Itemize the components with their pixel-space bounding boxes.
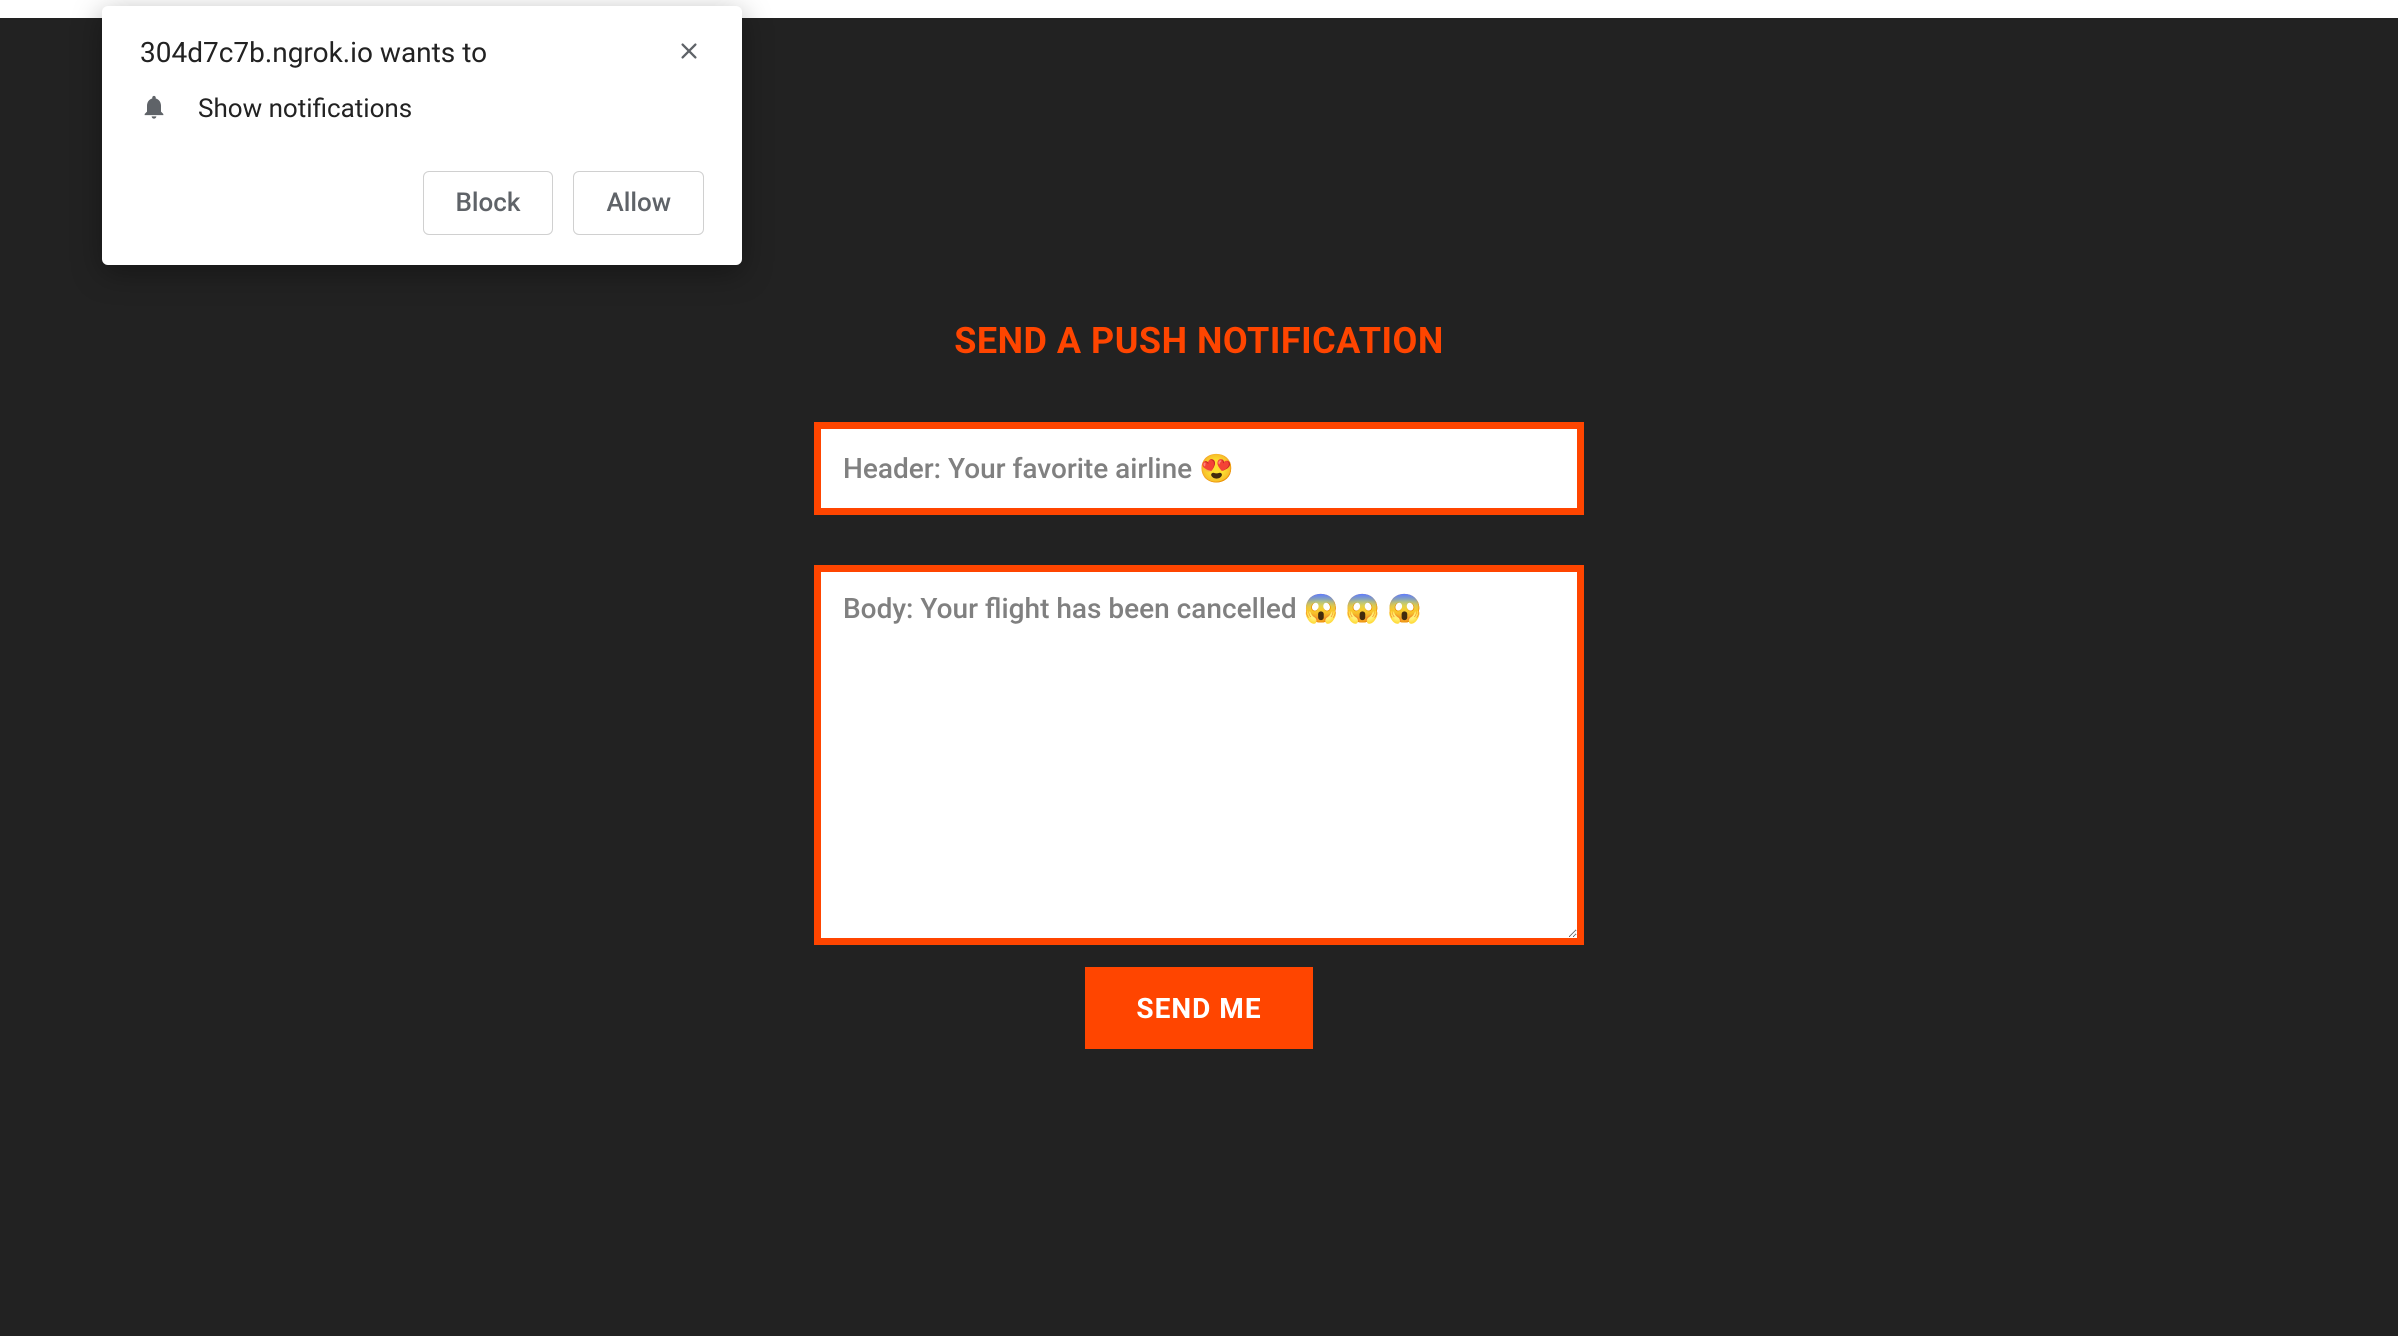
block-button[interactable]: Block [423,171,554,235]
dialog-header: 304d7c7b.ngrok.io wants to [140,36,704,69]
dialog-origin-text: 304d7c7b.ngrok.io wants to [140,36,487,69]
body-textarea[interactable] [814,565,1584,945]
dialog-actions: Block Allow [140,171,704,235]
bell-icon [140,93,168,125]
dialog-message: Show notifications [198,94,412,124]
push-form: SEND ME [814,422,1584,1049]
send-button[interactable]: SEND ME [1085,967,1313,1049]
header-input[interactable] [814,422,1584,515]
close-icon[interactable] [674,36,704,66]
permission-dialog: 304d7c7b.ngrok.io wants to Show notifica… [102,6,742,265]
dialog-body: Show notifications [140,93,704,125]
allow-button[interactable]: Allow [573,171,704,235]
page-title: SEND A PUSH NOTIFICATION [954,320,1444,362]
